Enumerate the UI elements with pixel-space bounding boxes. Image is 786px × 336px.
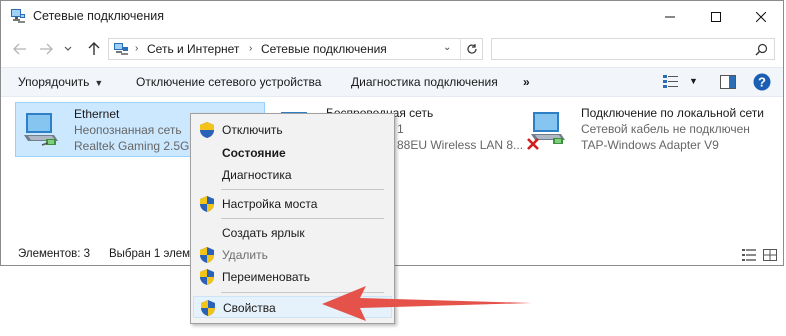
menu-separator: [221, 189, 384, 190]
menu-item-delete[interactable]: Удалить: [193, 244, 392, 266]
title-bar: Сетевые подключения: [1, 1, 783, 32]
menu-item-label: Свойства: [223, 301, 276, 315]
menu-item-diagnose[interactable]: Диагностика: [193, 164, 392, 186]
organize-label: Упорядочить: [18, 75, 90, 89]
connection-status: 1: [397, 122, 404, 136]
menu-item-create-shortcut[interactable]: Создать ярлык: [193, 222, 392, 244]
preview-pane-button[interactable]: [720, 75, 736, 92]
search-input[interactable]: [491, 38, 775, 60]
details-view-icon: [742, 249, 756, 261]
preview-pane-icon: [720, 75, 736, 89]
shield-icon: [200, 196, 214, 212]
view-options-icon: [663, 75, 678, 88]
navigation-bar: › Сеть и Интернет › Сетевые подключения …: [1, 33, 783, 65]
selection-count: Выбран 1 элем: [109, 248, 191, 260]
menu-item-disable[interactable]: Отключить: [193, 119, 392, 141]
menu-item-rename[interactable]: Переименовать: [193, 266, 392, 288]
details-view-button[interactable]: [742, 249, 756, 264]
svg-text:?: ?: [758, 75, 766, 90]
menu-separator: [221, 292, 384, 293]
breadcrumb-separator-icon: ›: [249, 43, 253, 54]
minimize-icon: [665, 16, 675, 17]
large-icons-view-icon: [763, 249, 777, 261]
connection-name: Ethernet: [74, 107, 120, 121]
command-bar: Упорядочить ▼ Отключение сетевого устройс…: [1, 67, 783, 97]
menu-item-label: Удалить: [222, 248, 268, 262]
maximize-button[interactable]: [693, 1, 739, 32]
menu-item-label: Диагностика: [222, 168, 292, 182]
connection-status: Сетевой кабель не подключен: [581, 122, 750, 136]
breadcrumb-separator-icon: ›: [135, 43, 139, 54]
more-commands-button[interactable]: »: [523, 75, 530, 89]
network-adapter-icon: [24, 113, 58, 146]
connection-status: Неопознанная сеть: [74, 123, 182, 137]
menu-item-status[interactable]: Состояние: [193, 142, 392, 164]
connection-lan[interactable]: Подключение по локальной сети Сетевой ка…: [523, 102, 781, 157]
close-icon: [756, 11, 766, 22]
minimize-button[interactable]: [647, 1, 693, 32]
search-icon: [755, 43, 768, 56]
menu-item-label: Настройка моста: [222, 197, 318, 211]
connection-adapter: Realtek Gaming 2.5Gb: [74, 139, 197, 153]
address-dropdown-icon[interactable]: ⌄: [443, 42, 451, 53]
connection-adapter: 88EU Wireless LAN 8...: [397, 138, 524, 152]
dropdown-arrow-icon: ▼: [94, 78, 104, 88]
recent-locations-button[interactable]: [63, 40, 73, 58]
close-button[interactable]: [738, 1, 784, 32]
shield-icon: [200, 269, 214, 285]
diagnose-button[interactable]: Диагностика подключения: [351, 75, 498, 89]
recent-dropdown-icon: [64, 46, 72, 51]
view-options-button[interactable]: [663, 74, 679, 91]
forward-arrow-icon: [40, 43, 53, 55]
red-x-icon: [527, 138, 539, 150]
network-connections-icon: [114, 43, 128, 55]
menu-item-label: Создать ярлык: [222, 226, 305, 240]
items-count: Элементов: 3: [18, 248, 91, 260]
up-button[interactable]: [85, 40, 103, 58]
maximize-icon: [711, 11, 721, 22]
menu-item-properties[interactable]: Свойства: [193, 296, 392, 318]
menu-item-label: Состояние: [222, 146, 286, 160]
menu-item-label: Переименовать: [222, 270, 310, 284]
address-bar[interactable]: › Сеть и Интернет › Сетевые подключения …: [108, 38, 483, 60]
shield-icon: [200, 122, 214, 138]
help-button[interactable]: ?: [753, 73, 771, 94]
shield-icon: [200, 247, 214, 263]
window-title: Сетевые подключения: [33, 9, 165, 23]
refresh-button[interactable]: [460, 39, 482, 59]
forward-button[interactable]: [37, 40, 55, 58]
menu-item-bridge[interactable]: Настройка моста: [193, 193, 392, 215]
view-dropdown-icon[interactable]: ▼: [689, 76, 698, 86]
help-icon: ?: [753, 73, 771, 91]
disable-device-button[interactable]: Отключение сетевого устройства: [136, 75, 321, 89]
up-arrow-icon: [88, 42, 100, 55]
back-button[interactable]: [11, 40, 29, 58]
large-icons-view-button[interactable]: [763, 249, 777, 264]
connection-adapter: TAP-Windows Adapter V9: [581, 138, 719, 152]
connection-name: Подключение по локальной сети: [581, 106, 764, 120]
breadcrumb-network-internet[interactable]: Сеть и Интернет: [147, 42, 239, 56]
network-connections-icon: [11, 9, 25, 23]
menu-separator: [221, 218, 384, 219]
context-menu: Отключить Состояние Диагностика Настройк…: [190, 113, 395, 324]
shield-icon: [201, 300, 215, 316]
organize-button[interactable]: Упорядочить ▼: [18, 75, 103, 89]
breadcrumb-network-connections[interactable]: Сетевые подключения: [261, 42, 387, 56]
back-arrow-icon: [13, 43, 26, 55]
refresh-icon: [466, 44, 477, 54]
menu-item-label: Отключить: [222, 123, 283, 137]
